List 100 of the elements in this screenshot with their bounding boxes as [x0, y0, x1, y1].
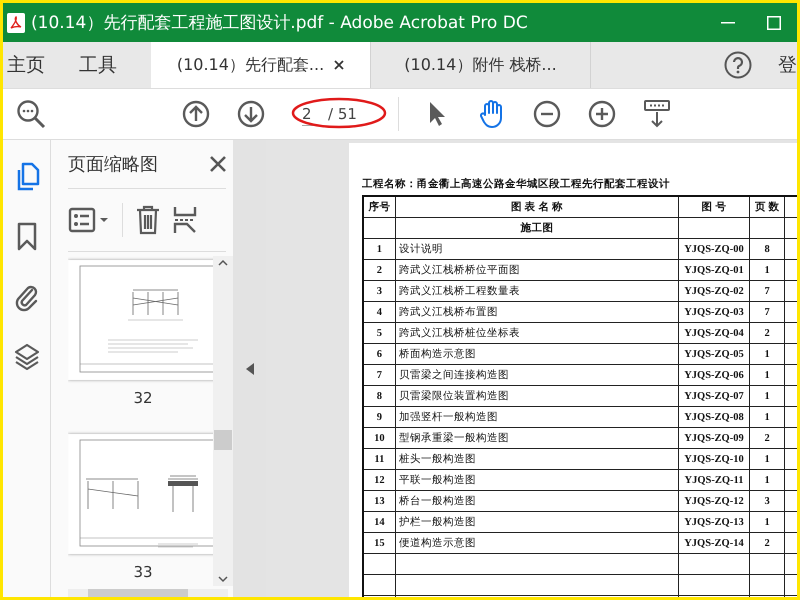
- column-header: 图 号: [678, 196, 750, 218]
- column-header: 图 表 名 称: [395, 196, 679, 218]
- column-header: 序号: [363, 196, 396, 218]
- table-cell: YJQS-ZQ-04: [678, 322, 750, 344]
- table-cell: 7: [749, 302, 785, 322]
- section-heading: 施工图: [395, 218, 679, 238]
- table-cell: 2: [749, 532, 785, 554]
- trash-icon[interactable]: [135, 205, 161, 235]
- minimize-icon[interactable]: [721, 22, 735, 24]
- arrow-down-icon[interactable]: [236, 100, 264, 128]
- project-title: 工程名称：甬金衢上高速公路金华城区段工程先行配套工程设计: [362, 177, 671, 191]
- table-cell: 1: [749, 260, 785, 280]
- column-header: 页 数: [749, 196, 785, 218]
- table-cell: YJQS-ZQ-02: [678, 280, 750, 302]
- table-cell: YJQS-ZQ-05: [678, 344, 750, 364]
- table-cell: 14: [363, 512, 396, 532]
- table-cell: 跨武义江栈桥桥位平面图: [395, 260, 679, 280]
- table-cell: 4: [363, 302, 396, 322]
- zoom-in-icon[interactable]: [588, 100, 616, 128]
- table-cell: 9: [363, 406, 396, 428]
- table-cell: 贝雷梁之间连接构造图: [395, 364, 679, 386]
- table-cell: 1: [749, 512, 785, 532]
- table-cell: 8: [363, 386, 396, 406]
- table-cell: YJQS-ZQ-09: [678, 428, 750, 448]
- table-cell: 2: [749, 322, 785, 344]
- page-number-field[interactable]: 2: [302, 102, 320, 126]
- table-cell: 1: [749, 344, 785, 364]
- table-cell: 12: [363, 470, 396, 490]
- app-icon: [7, 12, 25, 32]
- collapse-icon[interactable]: [246, 362, 254, 374]
- window-title: (10.14）先行配套工程施工图设计.pdf - Adobe Acrobat Pro DC: [31, 12, 529, 34]
- table-cell: 15: [363, 532, 396, 554]
- table-cell: YJQS-ZQ-11: [678, 470, 750, 490]
- table-cell: 护栏一般构造图: [395, 512, 679, 532]
- scrollbar[interactable]: [213, 256, 233, 586]
- page-thumbnail[interactable]: [68, 434, 214, 554]
- table-cell: 平联一般构造图: [395, 470, 679, 490]
- table-cell: 设计说明: [395, 238, 679, 260]
- nav-tab[interactable]: 主页: [3, 42, 59, 88]
- page-thumbnail[interactable]: [68, 260, 214, 380]
- table-cell: YJQS-ZQ-12: [678, 490, 750, 512]
- maximize-icon[interactable]: [767, 16, 781, 30]
- table-cell: 桥台一般构造图: [395, 490, 679, 512]
- insert-page-icon[interactable]: [173, 205, 197, 235]
- table-cell: 1: [749, 364, 785, 386]
- keyboard-icon[interactable]: [642, 99, 670, 129]
- table-cell: YJQS-ZQ-14: [678, 532, 750, 554]
- sign-in-link[interactable]: 登: [778, 42, 797, 88]
- nav-tab[interactable]: 工具: [75, 42, 131, 88]
- table-cell: YJQS-ZQ-10: [678, 448, 750, 470]
- table-cell: 8: [749, 238, 785, 260]
- table-cell: 1: [749, 448, 785, 470]
- table-cell: YJQS-ZQ-08: [678, 406, 750, 428]
- table-cell: 桩头一般构造图: [395, 448, 679, 470]
- table-cell: 10: [363, 428, 396, 448]
- page-label: 32: [132, 388, 154, 408]
- help-icon[interactable]: [724, 51, 752, 79]
- table-cell: 2: [749, 428, 785, 448]
- table-cell: 桥面构造示意图: [395, 344, 679, 364]
- document-tab[interactable]: (10.14）附件 栈桥...: [371, 42, 591, 88]
- table-cell: 跨武义江栈桥布置图: [395, 302, 679, 322]
- page-total: / 51: [328, 105, 357, 123]
- table-cell: 加强竖杆一般构造图: [395, 406, 679, 428]
- table-cell: YJQS-ZQ-06: [678, 364, 750, 386]
- table-cell: 型钢承重梁一般构造图: [395, 428, 679, 448]
- table-cell: 13: [363, 490, 396, 512]
- search-icon[interactable]: [16, 99, 46, 129]
- table-cell: 7: [749, 280, 785, 302]
- document-tab[interactable]: (10.14）先行配套...: [151, 42, 371, 88]
- collapse-handle[interactable]: [233, 140, 266, 597]
- table-cell: YJQS-ZQ-03: [678, 302, 750, 322]
- table-cell: 7: [363, 364, 396, 386]
- scroll-thumb[interactable]: [214, 430, 232, 450]
- table-cell: YJQS-ZQ-01: [678, 260, 750, 280]
- table-cell: 5: [363, 322, 396, 344]
- table-cell: 11: [363, 448, 396, 470]
- table-cell: 1: [749, 386, 785, 406]
- table-cell: 跨武义江栈桥桩位坐标表: [395, 322, 679, 344]
- table-cell: 3: [749, 490, 785, 512]
- arrow-up-icon[interactable]: [182, 100, 210, 128]
- panel-title: 页面缩略图: [68, 153, 158, 176]
- layers-icon[interactable]: [12, 342, 40, 372]
- close-icon[interactable]: [334, 60, 344, 70]
- table-cell: YJQS-ZQ-07: [678, 386, 750, 406]
- table-cell: 1: [363, 238, 396, 260]
- table-cell: 3: [363, 280, 396, 302]
- options-menu-icon[interactable]: [68, 207, 110, 233]
- table-cell: 贝雷梁限位装置构造图: [395, 386, 679, 406]
- zoom-out-icon[interactable]: [532, 100, 560, 128]
- table-cell: YJQS-ZQ-00: [678, 238, 750, 260]
- bookmark-icon[interactable]: [16, 222, 38, 252]
- table-cell: 跨武义江栈桥工程数量表: [395, 280, 679, 302]
- close-icon[interactable]: [210, 156, 226, 172]
- table-cell: YJQS-ZQ-13: [678, 512, 750, 532]
- table-cell: 2: [363, 260, 396, 280]
- horizontal-scrollbar[interactable]: [68, 589, 228, 597]
- table-cell: 1: [749, 406, 785, 428]
- table-cell: 便道构造示意图: [395, 532, 679, 554]
- table-cell: 1: [749, 470, 785, 490]
- page-label: 33: [132, 562, 154, 582]
